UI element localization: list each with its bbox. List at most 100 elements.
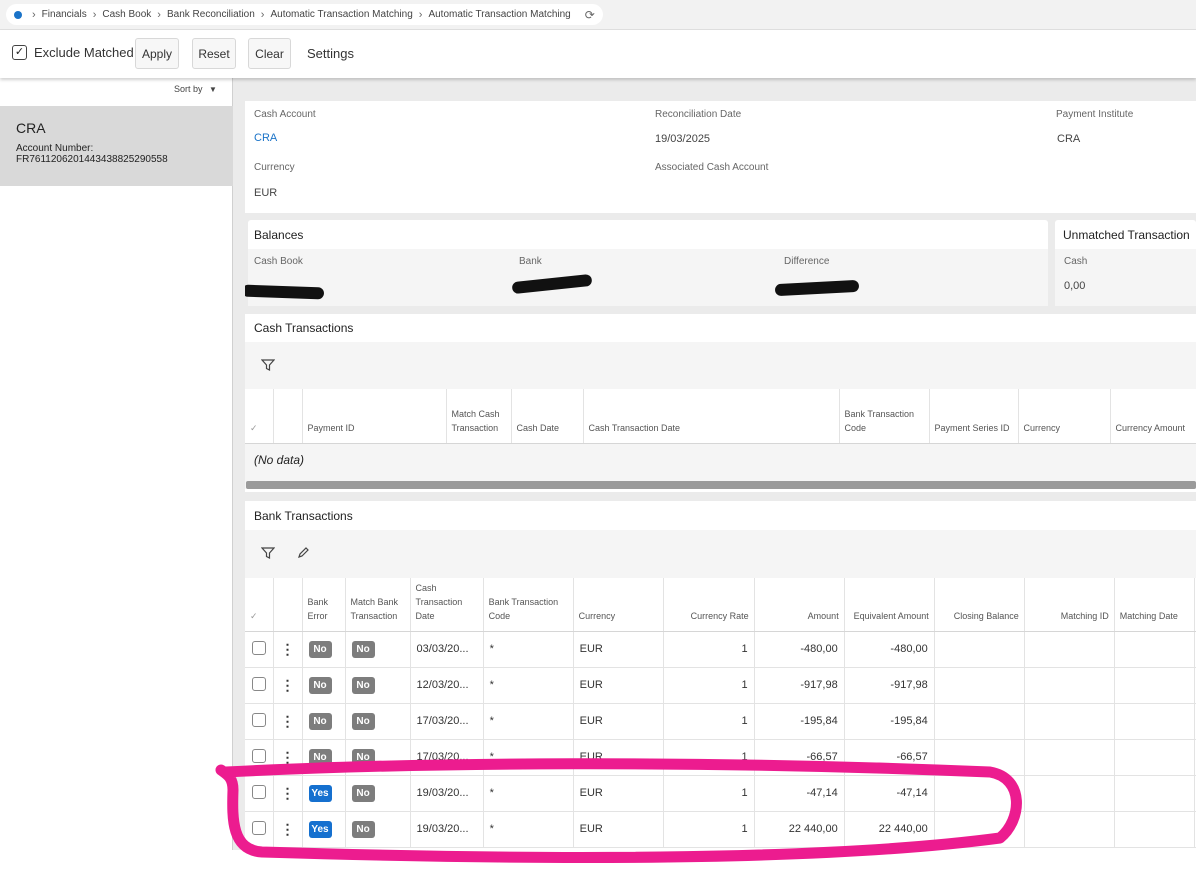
col-bank-transaction-code[interactable]: Bank Transaction Code (839, 389, 930, 444)
col-amount[interactable]: Amount (754, 578, 845, 632)
col-payment-series-id[interactable]: Payment Series ID (929, 389, 1019, 444)
currency-link[interactable]: EUR (573, 703, 664, 740)
splitter[interactable] (233, 78, 245, 850)
row-checkbox[interactable] (251, 748, 266, 763)
col-currency-rate[interactable]: Currency Rate (663, 578, 755, 632)
account-card-selected[interactable]: CRA Account Number: FR761120620144343882… (0, 106, 233, 186)
settings-button[interactable]: Settings (307, 46, 354, 61)
reset-button[interactable]: Reset (192, 38, 236, 69)
breadcrumb-item-automatic-matching[interactable]: Automatic Transaction Matching (270, 9, 412, 20)
more-vertical-icon[interactable]: ⋮ (281, 677, 295, 693)
bank-transaction-code-link[interactable]: * (483, 703, 574, 740)
bank-transaction-code-link[interactable]: * (483, 631, 574, 668)
equivalent-amount-cell: -47,14 (844, 775, 935, 812)
col-cash-transaction-date[interactable]: Cash Transaction Date (410, 578, 484, 632)
row-checkbox[interactable] (251, 676, 266, 691)
difference-label: Difference (784, 256, 830, 267)
filter-icon[interactable] (260, 358, 276, 375)
home-dot-icon[interactable] (14, 10, 22, 19)
more-vertical-icon[interactable]: ⋮ (281, 785, 295, 801)
select-all-column[interactable]: ✓ (245, 389, 274, 444)
actions-column (273, 578, 303, 632)
amount-cell: -195,84 (754, 703, 845, 740)
more-vertical-icon[interactable]: ⋮ (281, 641, 295, 657)
row-checkbox[interactable] (251, 640, 266, 655)
currency-link[interactable]: EUR (573, 667, 664, 704)
breadcrumb-item-cash-book[interactable]: Cash Book (102, 9, 151, 20)
currency-link[interactable]: EUR (573, 739, 664, 776)
bank-error-badge: No (308, 676, 332, 694)
bank-error-cell: No (302, 667, 346, 704)
match-cell: No (345, 703, 411, 740)
table-row[interactable]: ⋮ No No 03/03/20... * EUR 1 -480,00 -480,00 (245, 631, 1196, 668)
col-closing-balance[interactable]: Closing Balance (934, 578, 1025, 632)
breadcrumb-item-financials[interactable]: Financials (42, 9, 87, 20)
apply-button[interactable]: Apply (135, 38, 179, 69)
exclude-matched-label[interactable]: Exclude Matched (34, 45, 134, 60)
cash-account-label: Cash Account (254, 109, 316, 120)
cash-transactions-panel: Cash Transactions ✓ Payment ID Match Cas… (245, 314, 1196, 492)
closing-balance-cell (934, 775, 1025, 812)
col-matching-date[interactable]: Matching Date (1114, 578, 1195, 632)
col-bank-error[interactable]: Bank Error (302, 578, 346, 632)
clear-button[interactable]: Clear (248, 38, 291, 69)
table-row[interactable]: ⋮ Yes No 19/03/20... * EUR 1 -47,14 -47,14 (245, 775, 1196, 812)
bank-transaction-code-link[interactable]: * (483, 667, 574, 704)
row-checkbox[interactable] (251, 820, 266, 835)
row-checkbox[interactable] (251, 784, 266, 799)
currency-link[interactable]: EUR (573, 775, 664, 812)
currency-link[interactable]: EUR (573, 631, 664, 668)
table-row[interactable]: ⋮ No No 17/03/20... * EUR 1 -66,57 -66,57 (245, 739, 1196, 776)
account-number-label: Account Number: (16, 143, 94, 154)
table-row[interactable]: ⋮ Yes No 19/03/20... * EUR 1 22 440,00 22 440,00 (245, 811, 1196, 848)
bank-transaction-code-link[interactable]: * (483, 811, 574, 848)
closing-balance-cell (934, 811, 1025, 848)
more-vertical-icon[interactable]: ⋮ (281, 713, 295, 729)
col-bank-transaction-code[interactable]: Bank Transaction Code (483, 578, 574, 632)
more-vertical-icon[interactable]: ⋮ (281, 821, 295, 837)
match-badge: No (351, 784, 375, 802)
col-equivalent-amount[interactable]: Equivalent Amount (844, 578, 935, 632)
col-currency[interactable]: Currency (1018, 389, 1111, 444)
row-select-cell (245, 631, 274, 668)
currency-value: EUR (254, 187, 278, 199)
exclude-matched-checkbox[interactable]: ✓ (12, 45, 27, 60)
row-select-cell (245, 739, 274, 776)
table-row[interactable]: ⋮ No No 17/03/20... * EUR 1 -195,84 -195,84 (245, 703, 1196, 740)
edit-pencil-icon[interactable] (297, 546, 310, 562)
col-match-bank-transaction[interactable]: Match Bank Transaction (345, 578, 411, 632)
table-row[interactable]: ⋮ No No 12/03/20... * EUR 1 -917,98 -917,98 (245, 667, 1196, 704)
currency-link[interactable]: EUR (573, 811, 664, 848)
horizontal-scrollbar[interactable] (246, 481, 1196, 489)
match-badge: No (351, 676, 375, 694)
match-badge: No (351, 820, 375, 838)
breadcrumb-item-bank-reconciliation[interactable]: Bank Reconciliation (167, 9, 255, 20)
no-data-message: (No data) (254, 453, 305, 467)
currency-rate-cell: 1 (663, 739, 755, 776)
cash-transaction-date-cell: 03/03/20... (410, 631, 484, 668)
equivalent-amount-cell: -917,98 (844, 667, 935, 704)
col-match-cash-transaction[interactable]: Match Cash Transaction (446, 389, 512, 444)
cash-account-link[interactable]: CRA (254, 132, 277, 144)
select-all-column[interactable]: ✓ (245, 578, 274, 632)
sort-by-dropdown[interactable]: Sort by ▼ (174, 84, 217, 94)
col-matching-id[interactable]: Matching ID (1024, 578, 1115, 632)
bank-transaction-code-link[interactable]: * (483, 775, 574, 812)
caret-down-icon: ▼ (209, 85, 217, 94)
row-checkbox[interactable] (251, 712, 266, 727)
row-actions-cell: ⋮ (273, 775, 303, 812)
col-currency-amount[interactable]: Currency Amount (1110, 389, 1196, 444)
filter-icon[interactable] (260, 546, 276, 563)
bank-error-cell: No (302, 703, 346, 740)
breadcrumb-item-current: Automatic Transaction Matching (428, 9, 571, 20)
bank-transaction-code-link[interactable]: * (483, 739, 574, 776)
row-select-cell (245, 775, 274, 812)
col-payment-id[interactable]: Payment ID (302, 389, 447, 444)
equivalent-amount-cell: -66,57 (844, 739, 935, 776)
refresh-icon[interactable]: ⟳ (585, 8, 595, 22)
col-currency[interactable]: Currency (573, 578, 664, 632)
amount-cell: -917,98 (754, 667, 845, 704)
col-cash-transaction-date[interactable]: Cash Transaction Date (583, 389, 840, 444)
more-vertical-icon[interactable]: ⋮ (281, 749, 295, 765)
col-cash-date[interactable]: Cash Date (511, 389, 584, 444)
